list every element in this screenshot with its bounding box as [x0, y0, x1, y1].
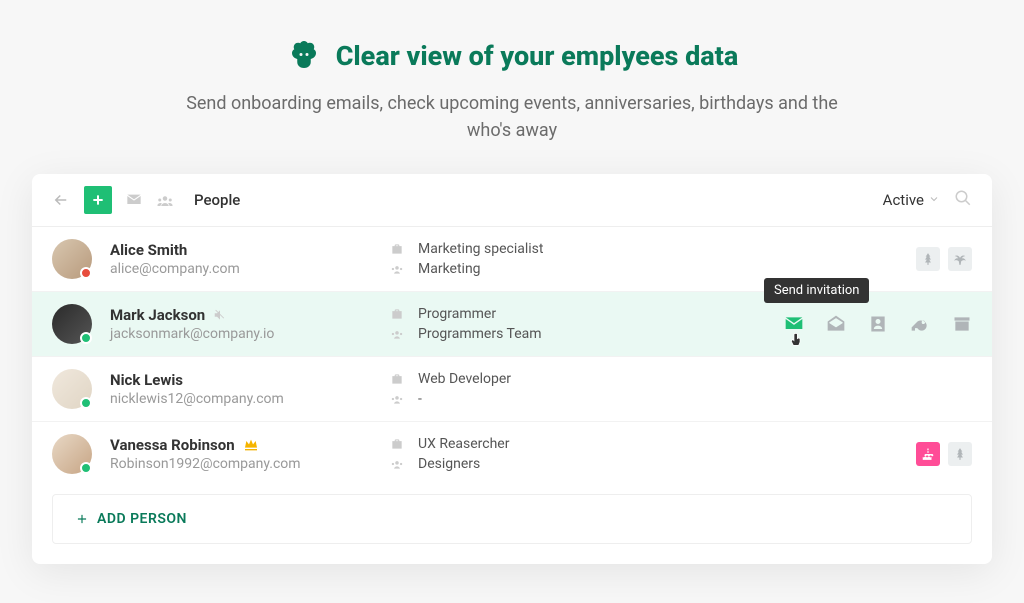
- filter-label: Active: [883, 191, 924, 209]
- hero-title: Clear view of your emplyees data: [336, 40, 739, 72]
- add-person-label: ADD PERSON: [97, 511, 187, 527]
- person-email: jacksonmark@company.io: [110, 326, 390, 342]
- muted-icon: [213, 308, 227, 322]
- chevron-down-icon: [928, 191, 940, 209]
- person-name: Vanessa Robinson: [110, 436, 235, 454]
- people-list: Alice Smith alice@company.com Marketing …: [32, 227, 992, 486]
- list-item[interactable]: Vanessa Robinson Robinson1992@company.co…: [32, 421, 992, 486]
- add-button[interactable]: [84, 186, 112, 214]
- person-email: nicklewis12@company.com: [110, 391, 390, 407]
- avatar: [52, 369, 92, 409]
- mail-open-icon[interactable]: [826, 314, 846, 334]
- people-panel: People Active Alice Smith: [32, 174, 992, 564]
- archive-icon[interactable]: [952, 314, 972, 334]
- briefcase-icon: [390, 307, 406, 321]
- person-role: UX Reasercher: [418, 436, 509, 452]
- brand-logo-icon: [286, 38, 322, 74]
- plus-icon: [75, 512, 89, 526]
- avatar: [52, 434, 92, 474]
- person-team: Marketing: [418, 261, 481, 277]
- toolbar-title: People: [194, 191, 240, 209]
- person-role: Marketing specialist: [418, 241, 544, 257]
- toolbar: People Active: [32, 174, 992, 227]
- back-arrow-icon[interactable]: [52, 191, 70, 209]
- status-dot-icon: [80, 332, 92, 344]
- birthday-badge-icon[interactable]: [916, 442, 940, 466]
- mail-icon[interactable]: [126, 192, 142, 208]
- hero-section: Clear view of your emplyees data Send on…: [0, 0, 1024, 174]
- cursor-icon: [788, 332, 804, 352]
- add-person-button[interactable]: ADD PERSON: [52, 494, 972, 544]
- crown-icon: [243, 437, 259, 453]
- status-dot-icon: [80, 397, 92, 409]
- briefcase-icon: [390, 372, 406, 386]
- briefcase-icon: [390, 242, 406, 256]
- palm-badge-icon[interactable]: [948, 247, 972, 271]
- list-item[interactable]: Mark Jackson jacksonmark@company.io Prog…: [32, 291, 992, 356]
- tree-badge-icon[interactable]: [916, 247, 940, 271]
- person-team: -: [418, 391, 422, 407]
- avatar: [52, 304, 92, 344]
- tooltip: Send invitation: [764, 278, 869, 303]
- add-contact-icon[interactable]: [868, 314, 888, 334]
- team-icon: [390, 262, 406, 276]
- person-email: Robinson1992@company.com: [110, 456, 390, 472]
- person-name: Nick Lewis: [110, 371, 183, 389]
- group-icon[interactable]: [156, 191, 174, 209]
- briefcase-icon: [390, 437, 406, 451]
- person-team: Designers: [418, 456, 480, 472]
- team-icon: [390, 392, 406, 406]
- send-invitation-icon[interactable]: [784, 314, 804, 334]
- key-icon[interactable]: [910, 314, 930, 334]
- tree-badge-icon[interactable]: [948, 442, 972, 466]
- status-dot-icon: [80, 462, 92, 474]
- person-team: Programmers Team: [418, 326, 542, 342]
- person-name: Alice Smith: [110, 241, 187, 259]
- team-icon: [390, 327, 406, 341]
- status-dot-icon: [80, 267, 92, 279]
- person-email: alice@company.com: [110, 261, 390, 277]
- search-icon[interactable]: [954, 189, 972, 211]
- person-role: Programmer: [418, 306, 496, 322]
- team-icon: [390, 457, 406, 471]
- list-item[interactable]: Nick Lewis nicklewis12@company.com Web D…: [32, 356, 992, 421]
- filter-dropdown[interactable]: Active: [883, 191, 940, 209]
- person-role: Web Developer: [418, 371, 511, 387]
- hero-subtitle: Send onboarding emails, check upcoming e…: [172, 90, 852, 144]
- avatar: [52, 239, 92, 279]
- person-name: Mark Jackson: [110, 306, 205, 324]
